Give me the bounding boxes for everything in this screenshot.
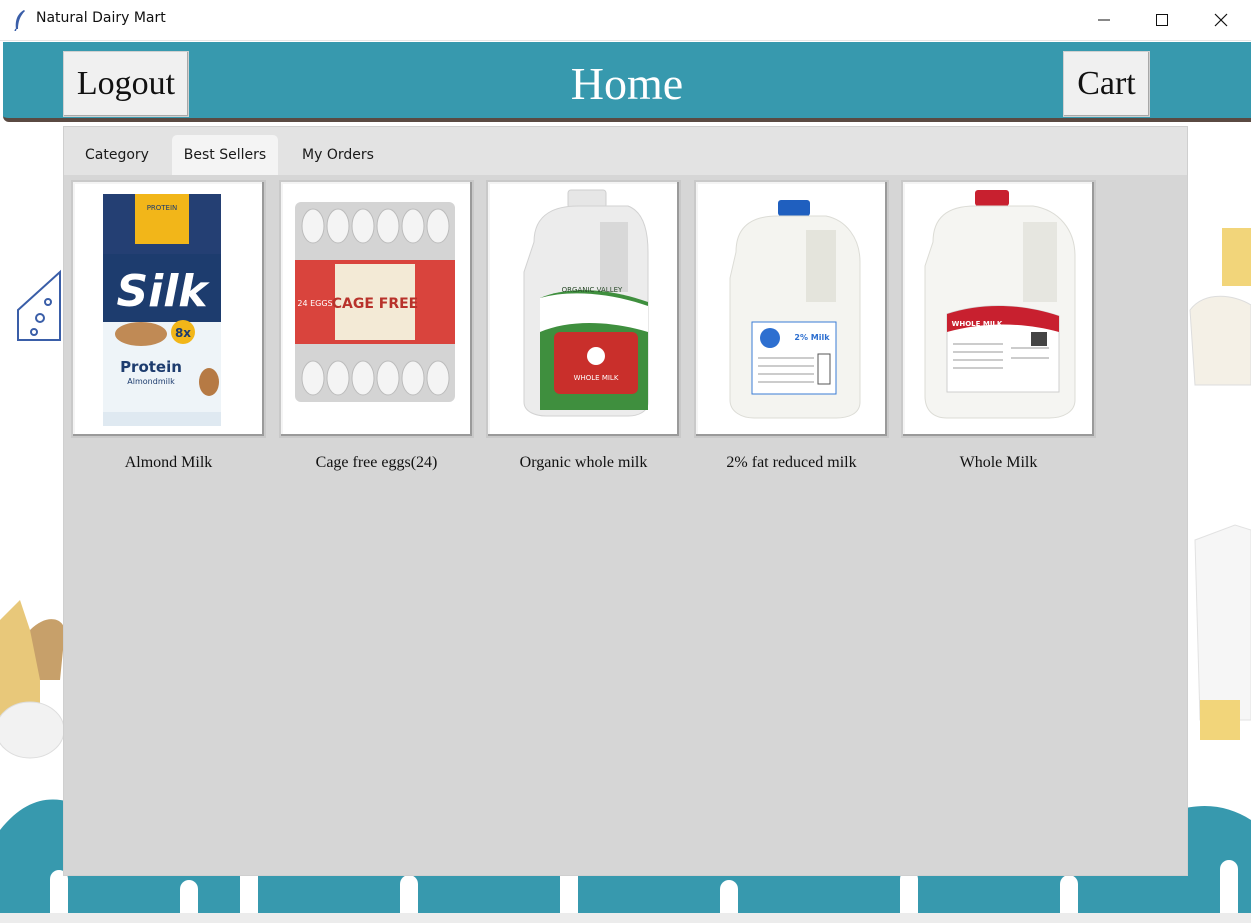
product-name: Cage free eggs(24) [315, 454, 438, 471]
close-button[interactable] [1192, 0, 1250, 40]
maximize-icon [1156, 14, 1168, 26]
cart-button[interactable]: Cart [1063, 51, 1150, 117]
minimize-button[interactable] [1075, 0, 1133, 40]
product-card: PROTEIN Silk 8x Protein Almondmilk Almon… [71, 180, 266, 472]
product-image-button-cage-free-eggs[interactable]: CAGE FREE 24 EGGS [279, 180, 474, 438]
tab-my-orders[interactable]: My Orders [290, 135, 386, 175]
product-card: CAGE FREE 24 EGGS Cage free eggs(24) [279, 180, 474, 472]
product-name: Organic whole milk [519, 454, 648, 471]
almond-milk-carton-image: PROTEIN Silk 8x Protein Almondmilk [103, 194, 221, 426]
app-window: Natural Dairy Mart Logout Home Cart Cate… [0, 0, 1251, 923]
reduced-fat-milk-jug-image: 2% Milk [729, 200, 861, 419]
eggs-label-text: CAGE FREE [332, 296, 419, 312]
maximize-button[interactable] [1133, 0, 1191, 40]
eggs-carton-image: CAGE FREE 24 EGGS [295, 202, 455, 402]
organic-brand-text: ORGANIC VALLEY [562, 286, 623, 294]
product-card: ORGANIC VALLEY WHOLE MILK Organic whole … [486, 180, 681, 472]
product-name: 2% fat reduced milk [726, 454, 857, 471]
product-card: WHOLE MILK Whole Milk [901, 180, 1096, 472]
organic-milk-jug-image: ORGANIC VALLEY WHOLE MILK [523, 189, 649, 417]
tab-category[interactable]: Category [71, 135, 163, 175]
organic-label-text: WHOLE MILK [574, 374, 619, 382]
header-bar: Logout Home Cart [3, 42, 1251, 122]
almond-sub-text: Protein [120, 358, 182, 376]
minimize-icon [1098, 19, 1110, 21]
product-image-button-whole-milk[interactable]: WHOLE MILK [901, 180, 1096, 438]
product-card: 2% Milk 2% fat reduced milk [694, 180, 889, 472]
almond-brand-text: Silk [116, 266, 210, 317]
title-bar: Natural Dairy Mart [0, 0, 1251, 41]
product-image-button-almond-milk[interactable]: PROTEIN Silk 8x Protein Almondmilk [71, 180, 266, 438]
whole-label-text: WHOLE MILK [952, 320, 1003, 328]
product-image-button-2-percent-milk[interactable]: 2% Milk [694, 180, 889, 438]
almond-top-text: PROTEIN [147, 204, 178, 212]
product-image-button-organic-whole-milk[interactable]: ORGANIC VALLEY WHOLE MILK [486, 180, 681, 438]
window-title: Natural Dairy Mart [36, 10, 166, 26]
whole-milk-jug-image: WHOLE MILK [924, 190, 1076, 419]
feather-icon [14, 10, 25, 31]
notebook-panel: Category Best Sellers My Orders PROTEIN … [63, 126, 1188, 876]
product-name: Whole Milk [959, 454, 1038, 471]
close-icon [1214, 13, 1228, 27]
bottom-strip [0, 913, 1251, 923]
product-name: Almond Milk [124, 454, 213, 471]
tab-strip: Category Best Sellers My Orders [64, 127, 1187, 175]
reduced-label-text: 2% Milk [794, 333, 830, 342]
almond-sub2-text: Almondmilk [127, 377, 175, 386]
tab-best-sellers[interactable]: Best Sellers [172, 135, 278, 175]
eggs-count-text: 24 EGGS [297, 299, 332, 308]
almond-badge-text: 8x [175, 326, 191, 340]
